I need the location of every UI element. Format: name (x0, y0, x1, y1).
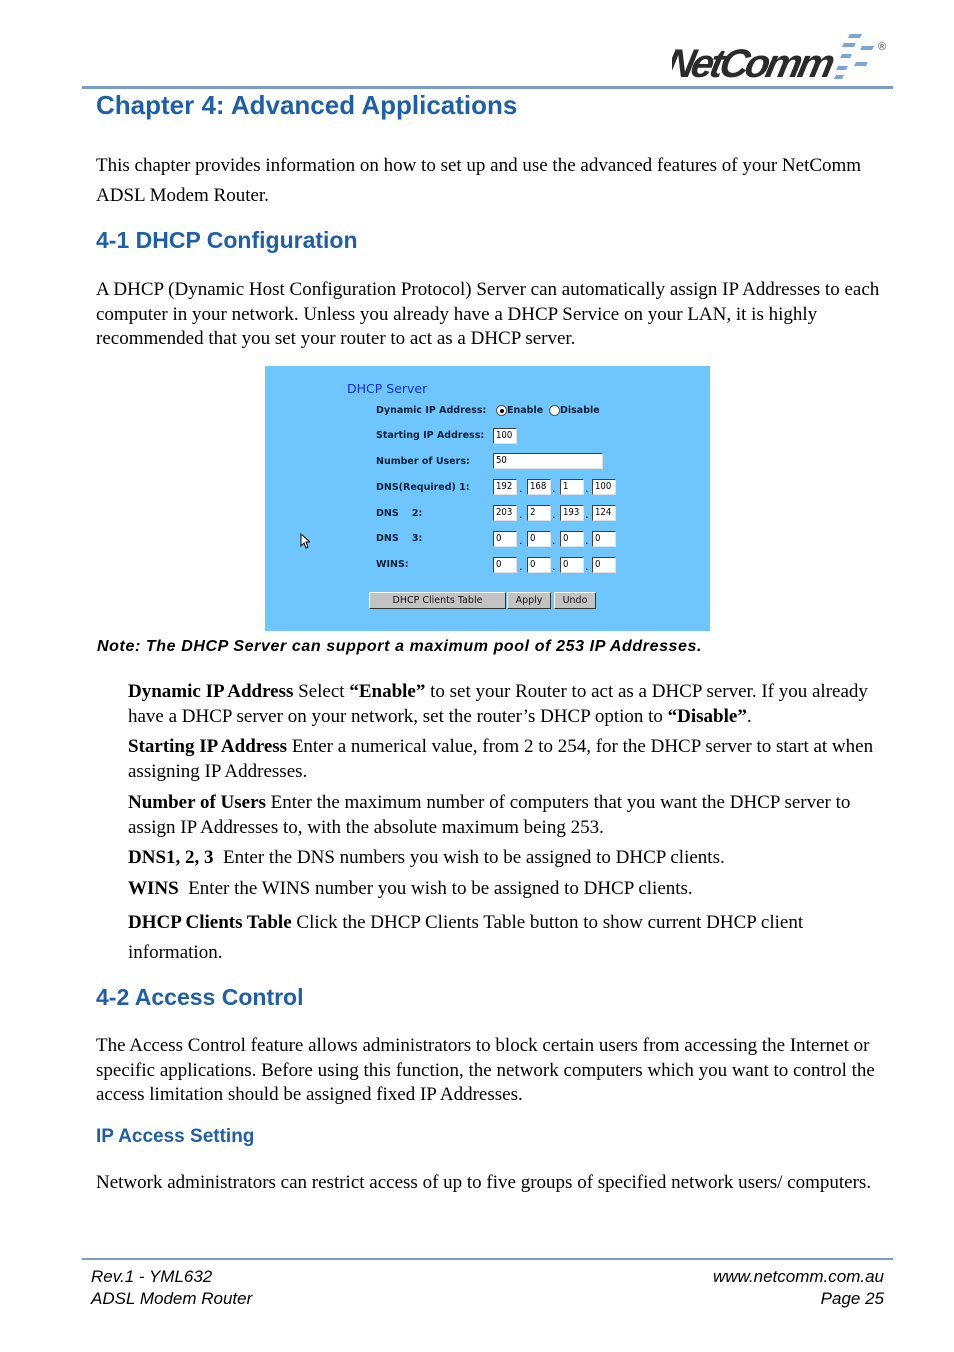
wins-octet-4[interactable]: 0 (592, 557, 616, 573)
ip-dot: . (519, 534, 523, 547)
definition-text: Enter the WINS number you wish to be ass… (178, 878, 693, 899)
definition-dns: DNS1, 2, 3 Enter the DNS numbers you wis… (128, 846, 893, 871)
dns2-octet-3[interactable]: 193 (560, 505, 584, 521)
dns3-octet-1[interactable]: 0 (493, 531, 517, 547)
definition-text: Enter the DNS numbers you wish to be ass… (213, 847, 725, 868)
dns3-octet-3[interactable]: 0 (560, 531, 584, 547)
dhcp-server-screenshot: DHCP Server Dynamic IP Address: Enable D… (265, 366, 710, 631)
ip-dot: . (552, 508, 556, 521)
enable-radio-label: Enable (507, 405, 544, 416)
header-rule (82, 86, 893, 89)
chapter-title: Chapter 4: Advanced Applications (96, 90, 518, 120)
ip-dot: . (519, 482, 523, 495)
definition-wins: WINS Enter the WINS number you wish to b… (128, 877, 893, 902)
wins-octet-3[interactable]: 0 (560, 557, 584, 573)
dynamic-ip-label: Dynamic IP Address: (376, 405, 487, 416)
footer-rule (82, 1258, 893, 1260)
wins-label: WINS: (376, 559, 409, 570)
wins-octet-1[interactable]: 0 (493, 557, 517, 573)
number-of-users-input[interactable]: 50 (493, 453, 603, 469)
definition-number-of-users: Number of Users Enter the maximum number… (128, 791, 893, 840)
footer-product: ADSL Modem Router (91, 1289, 253, 1308)
term: Number of Users (128, 792, 266, 813)
term: Starting IP Address (128, 736, 288, 757)
definition-text: Select (293, 681, 350, 702)
term: DHCP Clients Table (128, 912, 292, 933)
undo-button[interactable]: Undo (554, 592, 596, 609)
dns2-octet-2[interactable]: 2 (527, 505, 551, 521)
ip-dot: . (585, 482, 589, 495)
definition-starting-ip: Starting IP Address Enter a numerical va… (128, 735, 893, 784)
footer-website: www.netcomm.com.au (713, 1267, 884, 1286)
enable-radio[interactable] (496, 405, 507, 416)
ip-access-paragraph: Network administrators can restrict acce… (96, 1172, 872, 1193)
term: Dynamic IP Address (128, 681, 294, 702)
emphasis: “Enable” (349, 681, 426, 702)
dns1-octet-3[interactable]: 1 (560, 479, 584, 495)
registered-mark: ® (878, 41, 886, 53)
logo-dashes-icon (834, 34, 874, 79)
dhcp-clients-table-button[interactable]: DHCP Clients Table (369, 592, 506, 609)
dns1-octet-4[interactable]: 100 (592, 479, 616, 495)
subheading-ip-access-setting: IP Access Setting (96, 1126, 255, 1147)
section-heading-dhcp: 4-1 DHCP Configuration (96, 227, 358, 253)
mouse-cursor-icon (300, 533, 310, 549)
apply-button[interactable]: Apply (507, 592, 551, 609)
dhcp-server-title: DHCP Server (347, 381, 428, 396)
section-heading-access-control: 4-2 Access Control (96, 984, 304, 1010)
footer-revision: Rev.1 - YML632 (91, 1267, 213, 1286)
emphasis: “Disable” (667, 705, 747, 727)
number-of-users-label: Number of Users: (376, 456, 470, 467)
access-control-paragraph: The Access Control feature allows admini… (96, 1035, 875, 1105)
definition-text: . (746, 705, 752, 727)
dns3-label: DNS 3: (376, 533, 423, 544)
ip-dot: . (552, 534, 556, 547)
note-text: Note: The DHCP Server can support a maxi… (97, 638, 703, 655)
dhcp-paragraph: A DHCP (Dynamic Host Configuration Proto… (96, 279, 880, 349)
definition-dynamic-ip: Dynamic IP Address Select “Enable” to se… (128, 680, 893, 729)
ip-dot: . (519, 560, 523, 573)
logo-wordmark: NetComm (672, 40, 839, 84)
ip-dot: . (552, 482, 556, 495)
term: DNS1, 2, 3 (128, 847, 214, 868)
disable-radio-label: Disable (560, 405, 600, 416)
ip-dot: . (585, 534, 589, 547)
ip-dot: . (585, 560, 589, 573)
dns3-octet-2[interactable]: 0 (527, 531, 551, 547)
definition-dhcp-clients-table: DHCP Clients Table Click the DHCP Client… (128, 908, 893, 968)
ip-dot: . (585, 508, 589, 521)
dns3-octet-4[interactable]: 0 (592, 531, 616, 547)
dns1-octet-1[interactable]: 192 (493, 479, 517, 495)
starting-ip-input[interactable]: 100 (493, 428, 517, 444)
dns2-octet-1[interactable]: 203 (493, 505, 517, 521)
dns2-octet-4[interactable]: 124 (592, 505, 616, 521)
dns2-label: DNS 2: (376, 508, 423, 519)
netcomm-logo: NetComm ® (662, 28, 894, 86)
dns1-octet-2[interactable]: 168 (527, 479, 551, 495)
wins-octet-2[interactable]: 0 (527, 557, 551, 573)
ip-dot: . (552, 560, 556, 573)
dns1-label: DNS(Required) 1: (376, 482, 470, 493)
footer-page-number: Page 25 (820, 1289, 884, 1308)
disable-radio[interactable] (549, 405, 560, 416)
term: WINS (128, 878, 179, 899)
starting-ip-label: Starting IP Address: (376, 430, 485, 441)
intro-paragraph: This chapter provides information on how… (96, 155, 862, 206)
ip-dot: . (519, 508, 523, 521)
